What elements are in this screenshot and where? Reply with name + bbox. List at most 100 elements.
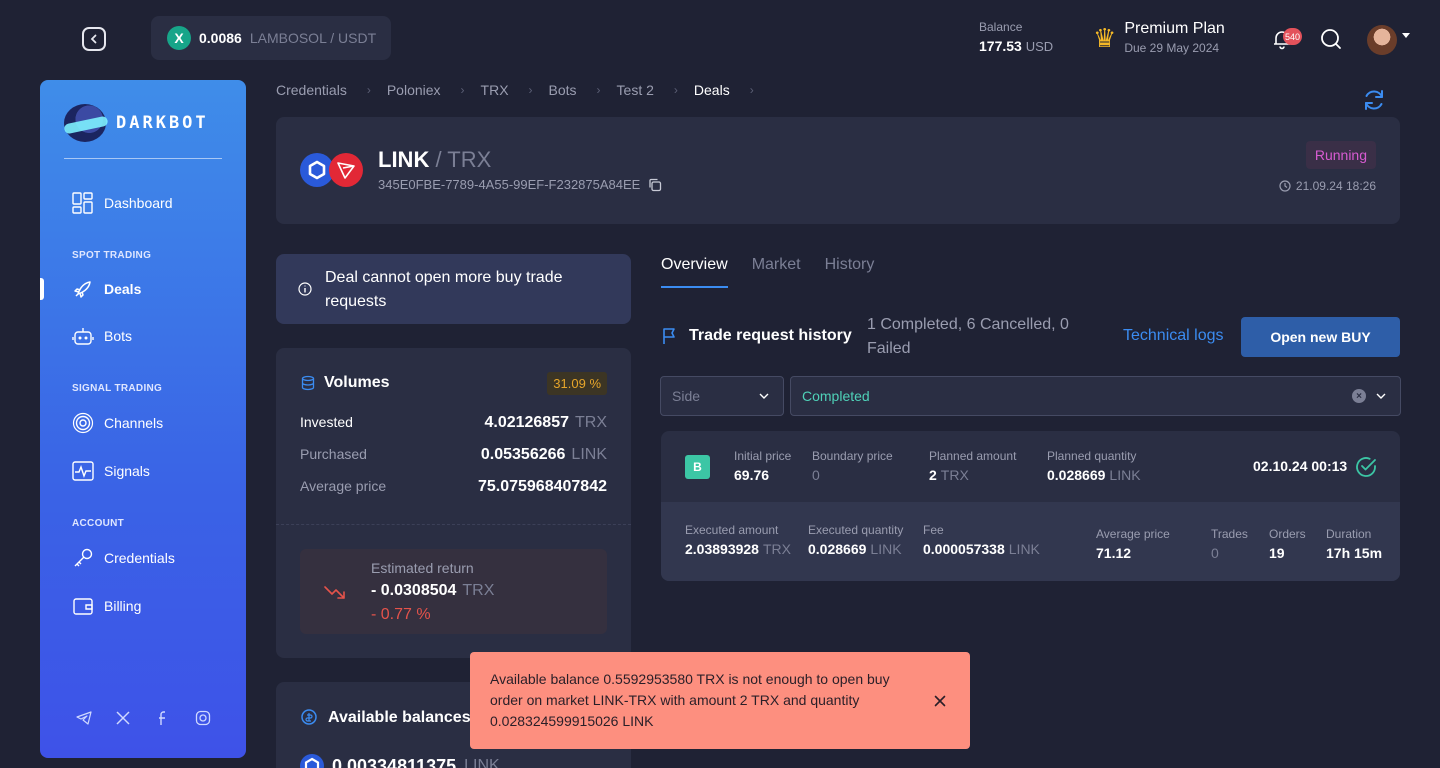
search-icon[interactable]	[1320, 28, 1342, 50]
balance-value: 177.53 USD	[979, 38, 1053, 54]
plan-due: Due 29 May 2024	[1124, 41, 1220, 55]
volumes-card: Volumes 31.09 % Invested 4.02126857 TRX P…	[276, 348, 631, 658]
section-spot-trading: SPOT TRADING	[72, 250, 152, 261]
breadcrumb-poloniex[interactable]: Poloniex ›	[387, 82, 481, 98]
avatar[interactable]	[1367, 25, 1397, 55]
status-filter-select[interactable]: Completed ×	[790, 376, 1401, 416]
warning-text: Deal cannot open more buy trade requests	[325, 269, 563, 310]
invested-unit: TRX	[575, 414, 607, 431]
plan-title: Premium Plan	[1124, 20, 1225, 37]
estimated-return-label: Estimated return	[371, 560, 474, 576]
cell-value: 2 TRX	[929, 467, 1016, 483]
instagram-icon[interactable]	[195, 710, 211, 726]
breadcrumb-label: Test 2	[616, 82, 654, 98]
breadcrumb-label: Credentials	[276, 82, 347, 98]
trade-history-title-text: Trade request history	[689, 327, 852, 344]
cell-amount: 0.028669	[1047, 467, 1106, 483]
available-balance-value: 0.00334811375	[332, 755, 457, 768]
orders-cell: Orders 19	[1269, 527, 1306, 561]
key-icon	[74, 548, 93, 567]
dashboard-icon	[72, 192, 93, 214]
sidebar-item-dashboard[interactable]: Dashboard	[72, 191, 173, 215]
chevron-right-icon: ›	[460, 83, 465, 97]
clear-icon[interactable]: ×	[1352, 389, 1366, 403]
database-icon	[301, 375, 315, 391]
boundary-price-cell: Boundary price 0	[812, 449, 893, 483]
telegram-icon[interactable]	[76, 710, 92, 726]
side-select-placeholder: Side	[672, 388, 701, 404]
cell-value: 0.028669 LINK	[808, 541, 903, 557]
ticker-pair: LAMBOSOL / USDT	[249, 30, 377, 46]
trade-history-title: Trade request history	[661, 327, 852, 345]
cell-label: Executed amount	[685, 523, 779, 537]
cell-amount: 2	[929, 467, 937, 483]
tab-history[interactable]: History	[825, 256, 875, 288]
open-new-buy-button[interactable]: Open new BUY	[1241, 317, 1400, 357]
breadcrumb-credentials[interactable]: Credentials ›	[276, 82, 387, 98]
logo[interactable]: DARKBOT	[64, 104, 209, 142]
sidebar-item-credentials[interactable]: Credentials	[72, 546, 175, 570]
trade-request-card[interactable]: B Initial price 69.76 Boundary price 0 P…	[661, 431, 1400, 581]
caret-down-icon[interactable]	[1402, 33, 1410, 38]
facebook-icon[interactable]	[155, 710, 171, 726]
cell-amount: 0.028669	[808, 541, 867, 557]
cell-value: 0.028669 LINK	[1047, 467, 1141, 483]
close-icon[interactable]	[933, 694, 947, 708]
sidebar-item-channels[interactable]: Channels	[72, 411, 163, 435]
fee-cell: Fee 0.000057338 LINK	[923, 523, 1040, 557]
cell-value: 0	[812, 467, 820, 483]
technical-logs-link[interactable]: Technical logs	[1123, 327, 1224, 345]
breadcrumb-deals: Deals ›	[694, 82, 770, 98]
balance-block: Balance 177.53 USD	[979, 20, 1053, 54]
available-balances-title-text: Available balances	[328, 709, 471, 726]
planned-quantity-cell: Planned quantity 0.028669 LINK	[1047, 449, 1141, 483]
invested-row: Invested 4.02126857 TRX	[300, 414, 607, 432]
chevron-right-icon: ›	[596, 83, 601, 97]
chevron-down-icon[interactable]	[1376, 393, 1386, 399]
sidebar-item-deals[interactable]: Deals	[72, 277, 141, 301]
purchased-label: Purchased	[300, 446, 367, 462]
chevron-right-icon: ›	[673, 83, 678, 97]
coins-icon	[301, 709, 317, 725]
executed-amount-cell: Executed amount 2.03893928 TRX	[685, 523, 791, 557]
volumes-percent-badge: 31.09 %	[547, 372, 607, 395]
purchased-amount: 0.05356266	[480, 446, 566, 463]
copy-icon[interactable]	[648, 178, 662, 192]
back-button[interactable]	[82, 27, 106, 51]
flag-icon	[663, 328, 675, 344]
purchased-row: Purchased 0.05356266 LINK	[300, 446, 607, 464]
breadcrumb-trx[interactable]: TRX ›	[481, 82, 549, 98]
toast-message: Available balance 0.5592953580 TRX is no…	[490, 671, 890, 729]
side-select[interactable]: Side	[660, 376, 784, 416]
tab-overview[interactable]: Overview	[661, 256, 728, 288]
breadcrumb-bots[interactable]: Bots ›	[549, 82, 617, 98]
sidebar: DARKBOT Dashboard SPOT TRADING Deals Bot…	[40, 80, 246, 758]
check-circle-icon	[1356, 457, 1376, 477]
section-signal-trading: SIGNAL TRADING	[72, 383, 163, 394]
ticker-widget[interactable]: X 0.0086 LAMBOSOL / USDT	[151, 16, 391, 60]
tab-market[interactable]: Market	[752, 256, 801, 288]
cell-value: 0	[1211, 545, 1219, 561]
volumes-title-text: Volumes	[324, 374, 390, 391]
x-twitter-icon[interactable]	[115, 710, 131, 726]
plan-block[interactable]: ♛ Premium Plan Due 29 May 2024	[1093, 20, 1225, 55]
volumes-title: Volumes	[300, 374, 390, 392]
deal-id-row: 345E0FBE-7789-4A55-99EF-F232875A84EE	[378, 177, 662, 192]
chainlink-logo-icon	[300, 754, 324, 768]
broadcast-icon	[72, 412, 94, 434]
rocket-icon	[74, 281, 91, 298]
sidebar-item-billing[interactable]: Billing	[72, 594, 141, 618]
sidebar-item-signals[interactable]: Signals	[72, 459, 150, 483]
executed-quantity-cell: Executed quantity 0.028669 LINK	[808, 523, 903, 557]
wallet-icon	[73, 598, 93, 615]
sidebar-item-label: Billing	[104, 598, 142, 614]
refresh-icon[interactable]	[1362, 88, 1386, 112]
error-toast: Available balance 0.5592953580 TRX is no…	[470, 652, 970, 749]
cell-unit: TRX	[940, 467, 969, 483]
average-price-row: Average price 75.075968407842	[300, 478, 607, 496]
breadcrumb-test-2[interactable]: Test 2 ›	[617, 82, 694, 98]
breadcrumb-label: Bots	[548, 82, 577, 98]
cell-amount: 0.000057338	[923, 541, 1005, 557]
sidebar-item-bots[interactable]: Bots	[72, 324, 132, 348]
estimated-return-box: Estimated return - 0.0308504 TRX - 0.77 %	[300, 549, 607, 634]
